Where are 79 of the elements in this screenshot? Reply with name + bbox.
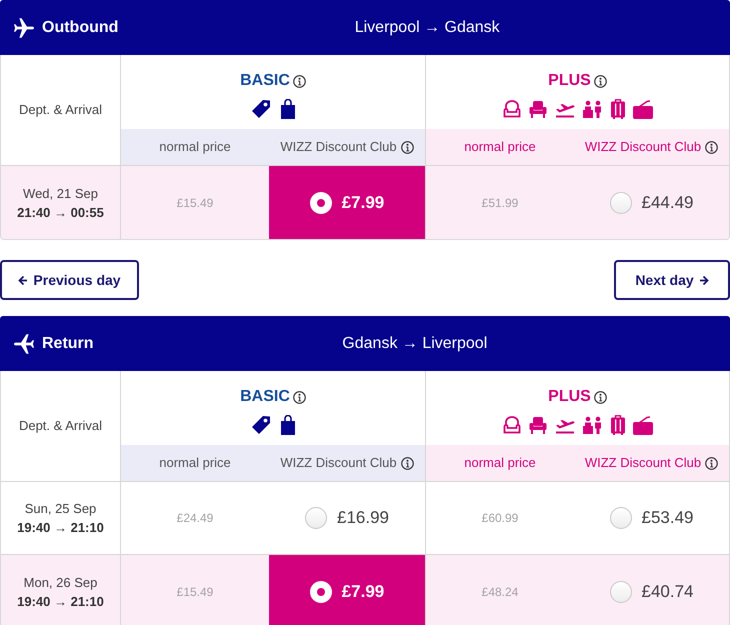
column-header: Dept. & Arrival bbox=[18, 101, 102, 120]
fare-name: BASIC bbox=[240, 71, 290, 91]
radio-button[interactable] bbox=[610, 580, 632, 602]
info-icon[interactable] bbox=[292, 390, 306, 404]
club-price: £7.99 bbox=[342, 580, 384, 603]
flight-row[interactable]: Mon, 26 Sep 19:40 → 21:10 £15.49 £7.99 £48.24 £40.74 bbox=[1, 555, 729, 625]
normal-price: £15.49 bbox=[176, 584, 214, 600]
fare-option[interactable]: £44.49 bbox=[574, 166, 729, 239]
flight-times: 19:40 → 21:10 bbox=[17, 519, 104, 537]
fare-option[interactable]: £16.99 bbox=[269, 482, 425, 554]
normal-price: £15.49 bbox=[176, 194, 214, 212]
column-label: WIZZ Discount Club bbox=[584, 454, 702, 472]
tag-icon bbox=[251, 99, 271, 119]
column-label: normal price bbox=[464, 454, 536, 472]
info-icon[interactable] bbox=[594, 74, 607, 88]
column-label: normal price bbox=[464, 138, 536, 156]
info-icon[interactable] bbox=[400, 140, 414, 154]
fare-option[interactable]: £53.49 bbox=[574, 482, 729, 554]
route-text: Gdansk → Liverpool bbox=[342, 334, 488, 354]
column-label: normal price bbox=[159, 138, 231, 156]
seat-icon bbox=[502, 100, 520, 118]
previous-day-button[interactable]: Previous day bbox=[0, 260, 139, 300]
info-icon[interactable] bbox=[400, 456, 414, 470]
fare-name: PLUS bbox=[548, 387, 591, 407]
section-title: Outbound bbox=[42, 18, 118, 38]
check-in-desk-icon bbox=[582, 100, 602, 118]
armchair-icon bbox=[528, 416, 546, 434]
normal-price: £48.24 bbox=[482, 584, 518, 600]
flight-row[interactable]: Sun, 25 Sep 19:40 → 21:10 £24.49 £16.99 £60.99 £53.49 bbox=[1, 482, 729, 555]
section-title: Return bbox=[42, 334, 94, 354]
flight-date: Mon, 26 Sep bbox=[24, 574, 98, 592]
flight-row[interactable]: Wed, 21 Sep 21:40 → 00:55 £15.49 £7.99 £51.99 £44.49 bbox=[1, 166, 729, 239]
radio-button[interactable] bbox=[310, 192, 332, 214]
normal-price: £24.49 bbox=[176, 510, 214, 527]
column-label: WIZZ Discount Club bbox=[280, 454, 397, 472]
fare-option[interactable]: £7.99 bbox=[269, 555, 425, 625]
seat-icon bbox=[502, 416, 520, 434]
suitcase-icon bbox=[610, 99, 624, 119]
flight-date: Wed, 21 Sep bbox=[23, 184, 98, 202]
club-price: £16.99 bbox=[337, 507, 389, 530]
bag-icon bbox=[281, 415, 295, 435]
radio-button[interactable] bbox=[610, 192, 632, 214]
check-in-desk-icon bbox=[582, 416, 602, 434]
flight-times: 19:40 → 21:10 bbox=[17, 592, 104, 610]
column-header: Dept. & Arrival bbox=[18, 417, 102, 436]
club-price: £7.99 bbox=[342, 192, 384, 214]
column-label: WIZZ Discount Club bbox=[280, 138, 397, 156]
bag-icon bbox=[281, 99, 295, 119]
route-text: Liverpool → Gdansk bbox=[354, 18, 500, 38]
info-icon[interactable] bbox=[292, 74, 306, 88]
radio-button[interactable] bbox=[305, 507, 327, 529]
info-icon[interactable] bbox=[594, 390, 607, 404]
column-label: normal price bbox=[159, 454, 231, 472]
arrow-right-icon bbox=[698, 274, 709, 286]
fare-name: PLUS bbox=[548, 71, 591, 91]
info-icon[interactable] bbox=[705, 140, 718, 154]
flight-date: Sun, 25 Sep bbox=[24, 500, 96, 518]
column-label: WIZZ Discount Club bbox=[584, 138, 702, 156]
club-price: £53.49 bbox=[642, 507, 694, 530]
fare-option[interactable]: £40.74 bbox=[574, 555, 729, 625]
radio-button[interactable] bbox=[610, 507, 632, 529]
club-price: £40.74 bbox=[642, 580, 694, 603]
fare-name: BASIC bbox=[240, 387, 290, 407]
suitcase-icon bbox=[610, 415, 624, 435]
plane-icon bbox=[14, 334, 34, 354]
bag-icon bbox=[632, 99, 652, 119]
flight-times: 21:40 → 00:55 bbox=[17, 204, 104, 222]
bag-icon bbox=[632, 415, 652, 435]
next-day-button[interactable]: Next day bbox=[614, 260, 730, 300]
normal-price: £60.99 bbox=[482, 510, 518, 527]
normal-price: £51.99 bbox=[482, 194, 518, 212]
armchair-icon bbox=[528, 100, 546, 118]
fare-option[interactable]: £7.99 bbox=[269, 166, 425, 239]
arrow-left-icon bbox=[18, 274, 28, 286]
radio-button[interactable] bbox=[310, 580, 332, 602]
club-price: £44.49 bbox=[642, 192, 694, 214]
tag-icon bbox=[251, 415, 271, 435]
info-icon[interactable] bbox=[705, 456, 718, 470]
plane-icon bbox=[14, 18, 34, 38]
